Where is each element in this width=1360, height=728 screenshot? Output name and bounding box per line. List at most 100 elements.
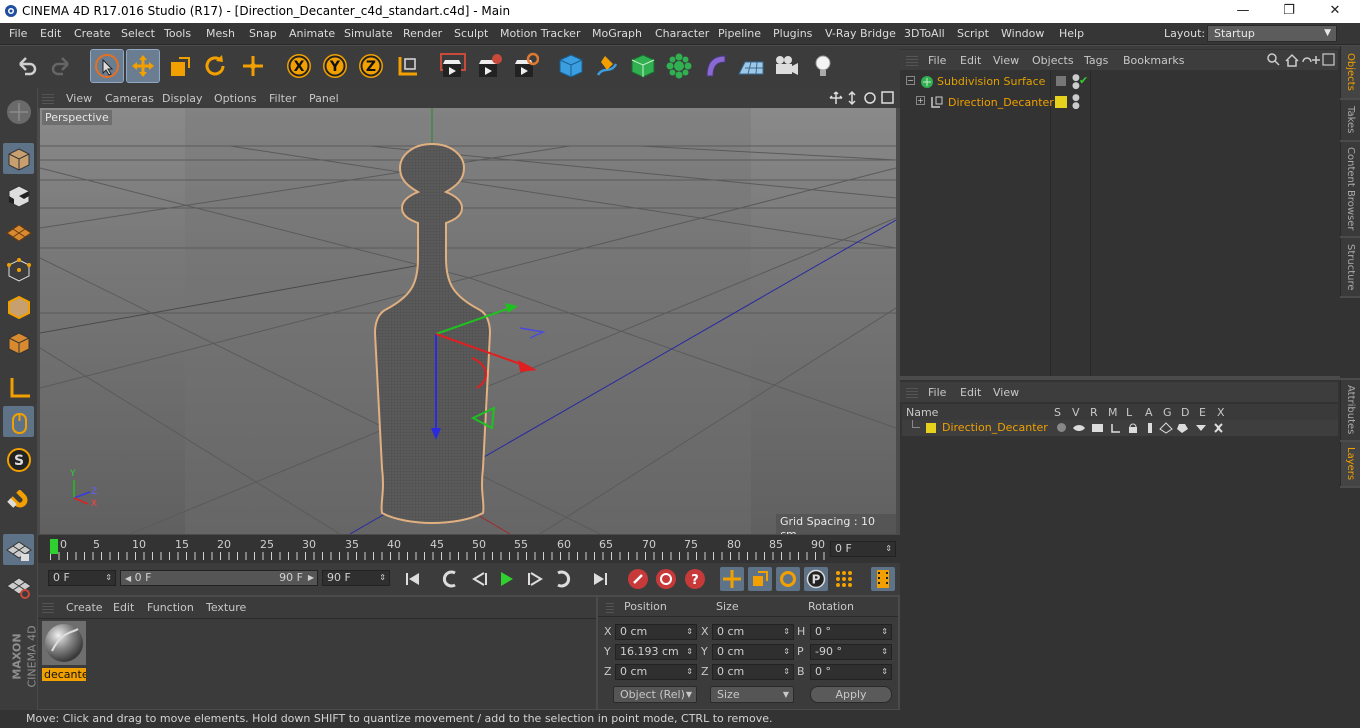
points-mode-button[interactable]: [3, 254, 34, 285]
menu-pipeline[interactable]: Pipeline: [718, 27, 761, 40]
position-z-field[interactable]: 0 cm ⇕: [615, 664, 697, 680]
frame-range-slider[interactable]: ◀ 0 F 90 F ▶: [120, 570, 318, 586]
deformer-button[interactable]: [699, 50, 731, 82]
close-button[interactable]: ✕: [1312, 0, 1358, 23]
record-keys-button[interactable]: [626, 567, 650, 591]
visibility-toggle-icon[interactable]: [1055, 75, 1067, 87]
layer-col-a[interactable]: A: [1145, 406, 1153, 419]
perspective-viewport[interactable]: Perspective Y Z X Grid Spacing : 10 cm: [40, 108, 896, 534]
x-axis-lock-button[interactable]: X: [283, 50, 315, 82]
layer-color-swatch[interactable]: [926, 423, 936, 433]
material-menu-function[interactable]: Function: [147, 601, 194, 614]
menu-create[interactable]: Create: [74, 27, 111, 40]
menu-window[interactable]: Window: [1001, 27, 1044, 40]
model-mode-button[interactable]: [3, 143, 34, 174]
menu-character[interactable]: Character: [655, 27, 709, 40]
keyframe-selection-button[interactable]: ?: [683, 567, 707, 591]
floor-button[interactable]: [735, 50, 767, 82]
tab-layers[interactable]: Layers: [1340, 442, 1360, 486]
tab-structure[interactable]: Structure: [1340, 238, 1360, 296]
object-menu-edit[interactable]: Edit: [960, 54, 981, 67]
goto-previous-key-button[interactable]: [438, 567, 462, 591]
enable-axis-button[interactable]: [3, 372, 34, 403]
menu-mesh[interactable]: Mesh: [206, 27, 235, 40]
layer-menu-view[interactable]: View: [993, 386, 1019, 399]
layer-col-d[interactable]: D: [1181, 406, 1189, 419]
autokey-button[interactable]: [654, 567, 678, 591]
size-x-field[interactable]: 0 cm ⇕: [712, 624, 794, 640]
object-row-decanter[interactable]: + Direction_Decanter ● ●: [902, 94, 1338, 112]
key-rotation-button[interactable]: [776, 567, 800, 591]
polygons-mode-button[interactable]: [3, 327, 34, 358]
position-y-field[interactable]: 16.193 cm ⇕: [615, 644, 697, 660]
menu-render[interactable]: Render: [403, 27, 442, 40]
apply-button[interactable]: Apply: [810, 686, 892, 703]
tab-content-browser[interactable]: Content Browser: [1340, 142, 1360, 236]
key-position-button[interactable]: [720, 567, 744, 591]
size-y-field[interactable]: 0 cm ⇕: [712, 644, 794, 660]
edges-mode-button[interactable]: [3, 291, 34, 322]
undo-button[interactable]: [10, 50, 42, 82]
coordinate-mode-select[interactable]: Object (Rel) ▼: [613, 686, 697, 703]
size-mode-select[interactable]: Size ▼: [710, 686, 794, 703]
layout-select[interactable]: Startup ▼: [1207, 25, 1337, 42]
viewport-menu-filter[interactable]: Filter: [269, 92, 296, 105]
menu-motion-tracker[interactable]: Motion Tracker: [500, 27, 580, 40]
transform-tool-button[interactable]: [237, 50, 269, 82]
goto-end-button[interactable]: [588, 567, 612, 591]
layer-col-v[interactable]: V: [1072, 406, 1080, 419]
viewport-menu-options[interactable]: Options: [214, 92, 256, 105]
cube-button[interactable]: [555, 50, 587, 82]
minimize-button[interactable]: —: [1220, 0, 1266, 23]
layer-dots-icon[interactable]: ● ●: [1072, 94, 1080, 111]
layer-col-r[interactable]: R: [1090, 406, 1098, 419]
cloner-button[interactable]: [663, 50, 695, 82]
menu-edit[interactable]: Edit: [40, 27, 61, 40]
step-forward-button[interactable]: [523, 567, 547, 591]
texture-mode-button[interactable]: [3, 180, 34, 211]
goto-start-button[interactable]: [401, 567, 425, 591]
object-menu-view[interactable]: View: [993, 54, 1019, 67]
playhead-marker[interactable]: [50, 539, 58, 554]
object-row-subdivision[interactable]: − Subdivision Surface ● ● ✔: [902, 74, 1338, 92]
solo-button[interactable]: S: [3, 444, 34, 475]
locked-workplane-button[interactable]: [3, 534, 34, 565]
size-z-field[interactable]: 0 cm ⇕: [712, 664, 794, 680]
material-swatch[interactable]: decante: [42, 621, 86, 681]
menu-animate[interactable]: Animate: [289, 27, 335, 40]
key-pla-button[interactable]: [832, 567, 856, 591]
menu-script[interactable]: Script: [957, 27, 989, 40]
rotate-tool-button[interactable]: [199, 50, 231, 82]
layer-row[interactable]: Direction_Decanter: [902, 420, 1338, 436]
layer-menu-edit[interactable]: Edit: [960, 386, 981, 399]
viewport-menu-panel[interactable]: Panel: [309, 92, 339, 105]
render-view-button[interactable]: [437, 50, 469, 82]
menu-plugins[interactable]: Plugins: [773, 27, 812, 40]
scale-tool-button[interactable]: [163, 50, 195, 82]
menu-tools[interactable]: Tools: [164, 27, 191, 40]
redo-button[interactable]: [46, 50, 78, 82]
play-button[interactable]: [494, 567, 518, 591]
current-frame-field[interactable]: 0 F ⇕: [830, 541, 896, 557]
live-selection-button[interactable]: [90, 49, 124, 83]
layer-color-swatch[interactable]: [1055, 96, 1067, 108]
rotation-b-field[interactable]: 0 ° ⇕: [810, 664, 892, 680]
material-menu-texture[interactable]: Texture: [206, 601, 246, 614]
workplane-mode-button[interactable]: [3, 216, 34, 247]
y-axis-lock-button[interactable]: Y: [319, 50, 351, 82]
layer-col-e[interactable]: E: [1199, 406, 1206, 419]
subdivision-surface-button[interactable]: [627, 50, 659, 82]
render-settings-button[interactable]: [509, 50, 541, 82]
layer-col-g[interactable]: G: [1163, 406, 1172, 419]
object-menu-file[interactable]: File: [928, 54, 946, 67]
object-menu-tags[interactable]: Tags: [1084, 54, 1108, 67]
layer-name[interactable]: Direction_Decanter: [942, 421, 1048, 434]
viewport-menu-display[interactable]: Display: [162, 92, 203, 105]
rotation-p-field[interactable]: -90 ° ⇕: [810, 644, 892, 660]
layer-menu-file[interactable]: File: [928, 386, 946, 399]
menu-sculpt[interactable]: Sculpt: [454, 27, 488, 40]
collapse-icon[interactable]: −: [906, 76, 915, 85]
start-frame-field[interactable]: 0 F ⇕: [48, 570, 116, 586]
material-menu-create[interactable]: Create: [66, 601, 103, 614]
tab-attributes[interactable]: Attributes: [1340, 380, 1360, 440]
